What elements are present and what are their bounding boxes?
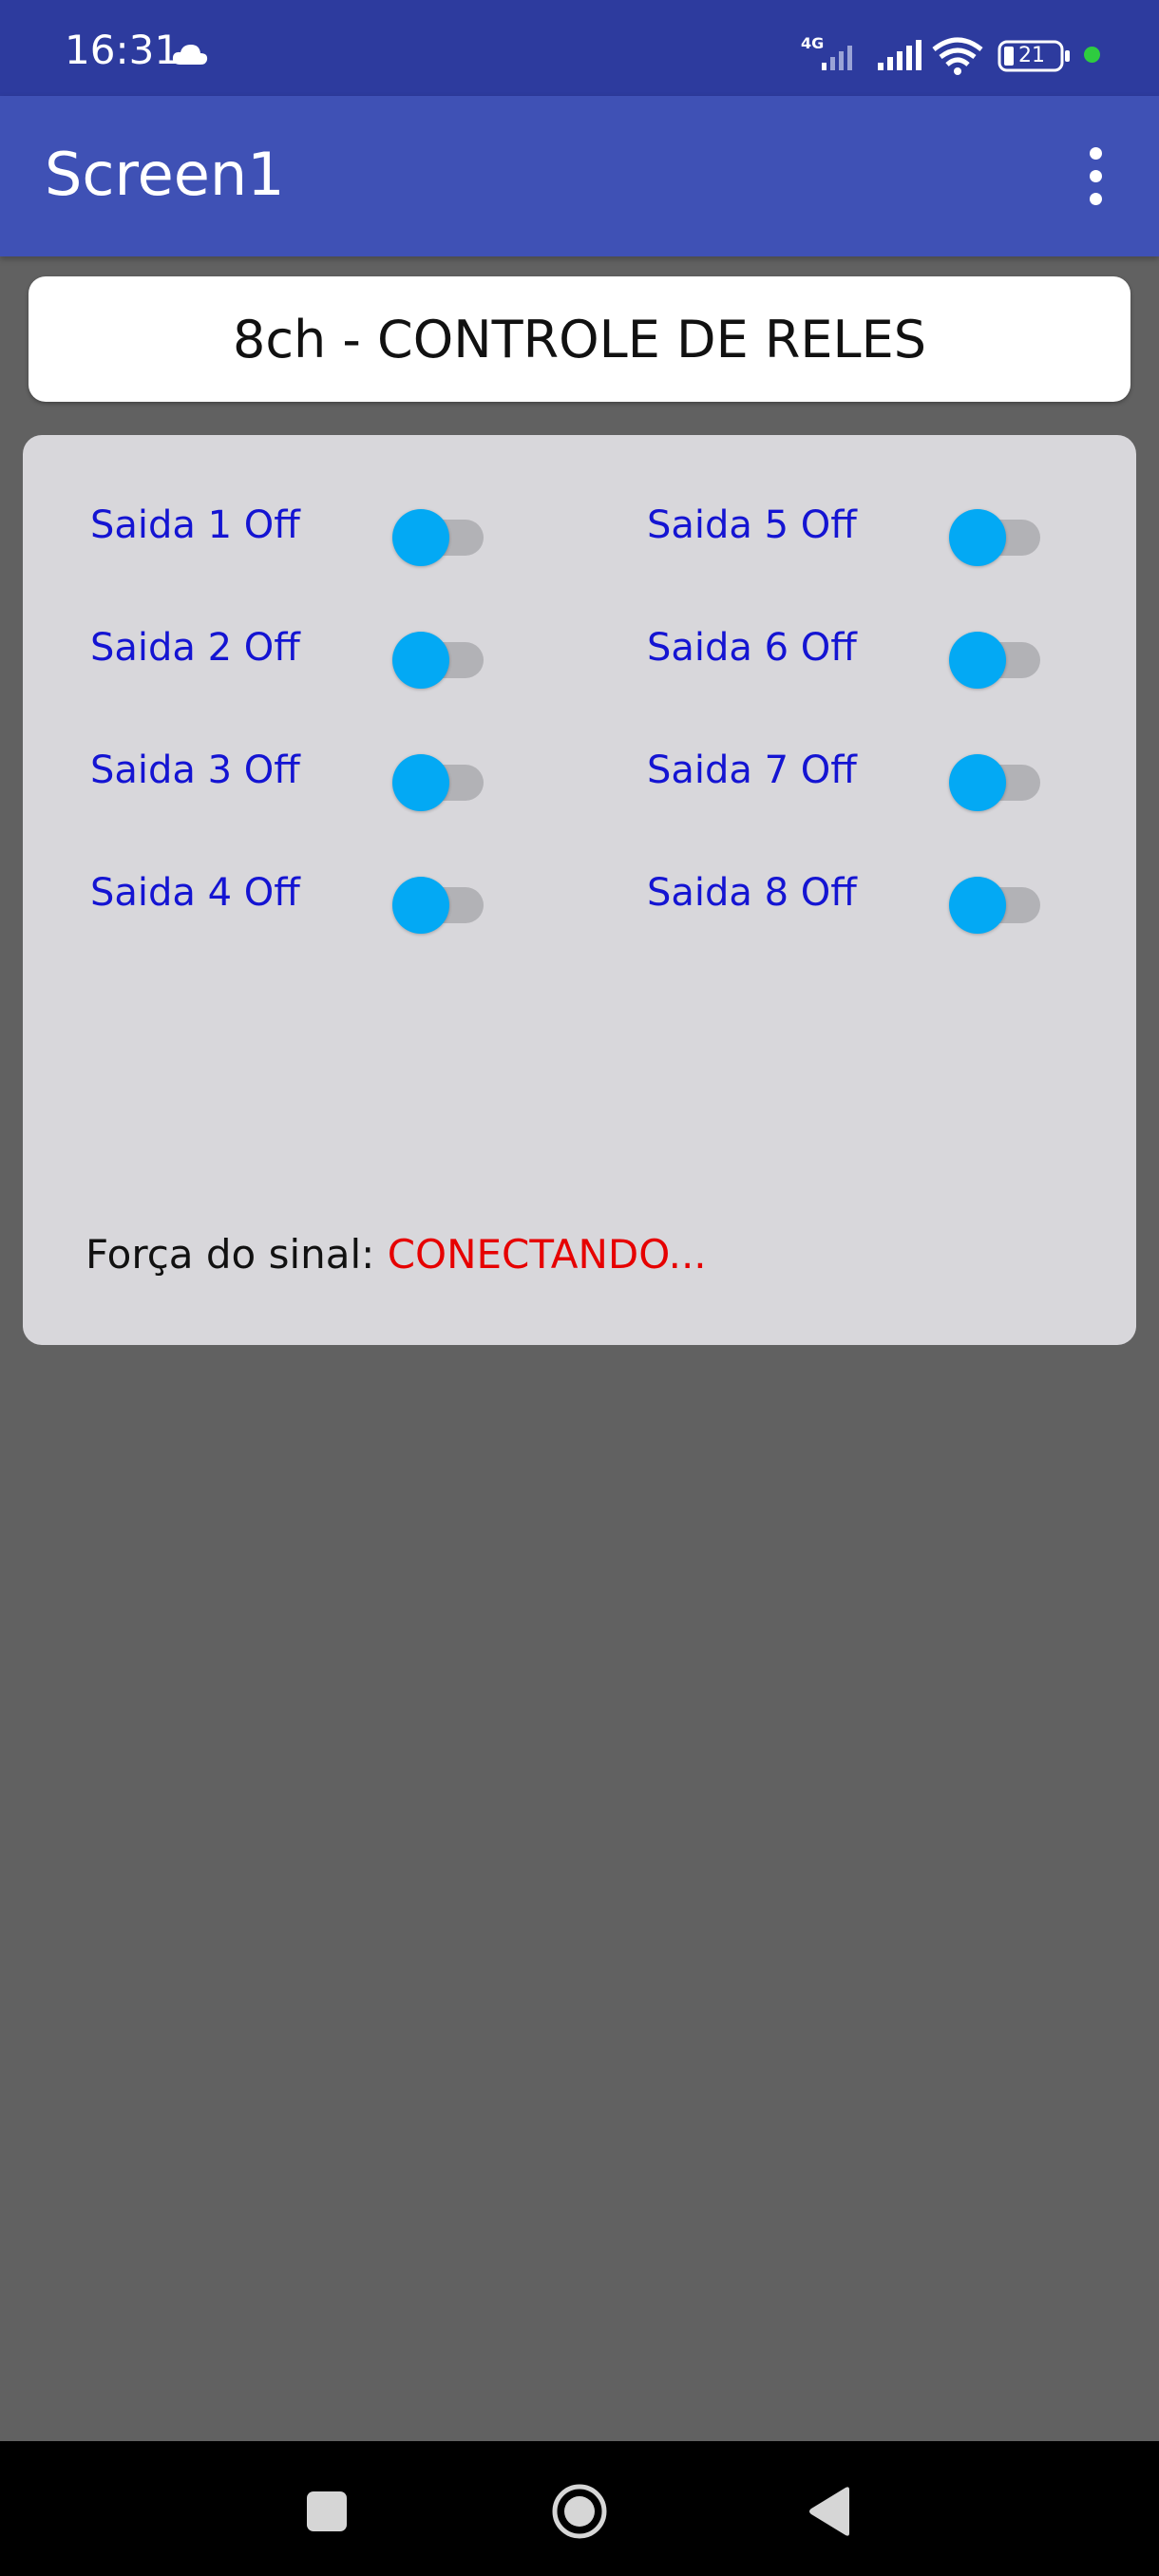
relay-label-1: Saida 1 Off: [90, 503, 300, 547]
relay-row-6: Saida 6 Off: [647, 613, 1084, 689]
relay-row-5: Saida 5 Off: [647, 490, 1084, 566]
status-bar: 16:31 4G 21: [0, 0, 1159, 96]
relay-switch-7[interactable]: [949, 747, 1040, 811]
status-time: 16:31: [65, 27, 180, 73]
relay-switch-3[interactable]: [392, 747, 484, 811]
app-bar: Screen1: [0, 96, 1159, 256]
relay-label-8: Saida 8 Off: [647, 871, 857, 915]
relay-switch-5[interactable]: [949, 502, 1040, 566]
recents-button[interactable]: [307, 2491, 347, 2531]
switch-thumb: [949, 509, 1006, 566]
relay-label-5: Saida 5 Off: [647, 503, 857, 547]
signal-label: Força do sinal:: [86, 1231, 375, 1278]
nav-bar: [0, 2441, 1159, 2576]
cloud-icon: [172, 45, 208, 65]
page-title: 8ch - CONTROLE DE RELES: [232, 309, 927, 369]
svg-text:4G: 4G: [801, 34, 824, 52]
relay-row-3: Saida 3 Off: [90, 735, 527, 811]
switch-thumb: [949, 632, 1006, 689]
relay-row-1: Saida 1 Off: [90, 490, 527, 566]
relay-label-4: Saida 4 Off: [90, 871, 300, 915]
signal-value: CONECTANDO...: [387, 1231, 707, 1278]
title-card: 8ch - CONTROLE DE RELES: [28, 276, 1130, 402]
relay-label-3: Saida 3 Off: [90, 748, 300, 792]
relay-switch-8[interactable]: [949, 869, 1040, 934]
relay-switch-6[interactable]: [949, 624, 1040, 689]
signal-strength: Força do sinal: CONECTANDO...: [86, 1231, 707, 1278]
relay-label-7: Saida 7 Off: [647, 748, 857, 792]
green-dot-indicator: [1084, 47, 1100, 63]
relay-row-7: Saida 7 Off: [647, 735, 1084, 811]
relay-label-2: Saida 2 Off: [90, 626, 300, 670]
battery-level: 21: [1018, 44, 1045, 67]
relay-switch-2[interactable]: [392, 624, 484, 689]
relay-label-6: Saida 6 Off: [647, 626, 857, 670]
relay-row-2: Saida 2 Off: [90, 613, 527, 689]
relay-panel: Saida 1 Off Saida 2 Off Saida 3 Off Said…: [23, 435, 1136, 1345]
switch-thumb: [392, 509, 449, 566]
cell-signal-4g-icon: 4G: [801, 34, 852, 70]
switch-thumb: [392, 632, 449, 689]
relay-row-4: Saida 4 Off: [90, 858, 527, 934]
switch-thumb: [392, 877, 449, 934]
relay-switch-1[interactable]: [392, 502, 484, 566]
switch-thumb: [392, 754, 449, 811]
app-title: Screen1: [45, 140, 285, 209]
relay-switch-4[interactable]: [392, 869, 484, 934]
wifi-icon: [932, 37, 983, 75]
more-vert-icon[interactable]: [1079, 145, 1113, 206]
switch-thumb: [949, 877, 1006, 934]
home-button[interactable]: [551, 2483, 608, 2540]
relay-row-8: Saida 8 Off: [647, 858, 1084, 934]
cell-signal-icon: [878, 40, 922, 70]
back-button[interactable]: [806, 2486, 853, 2537]
switch-thumb: [949, 754, 1006, 811]
